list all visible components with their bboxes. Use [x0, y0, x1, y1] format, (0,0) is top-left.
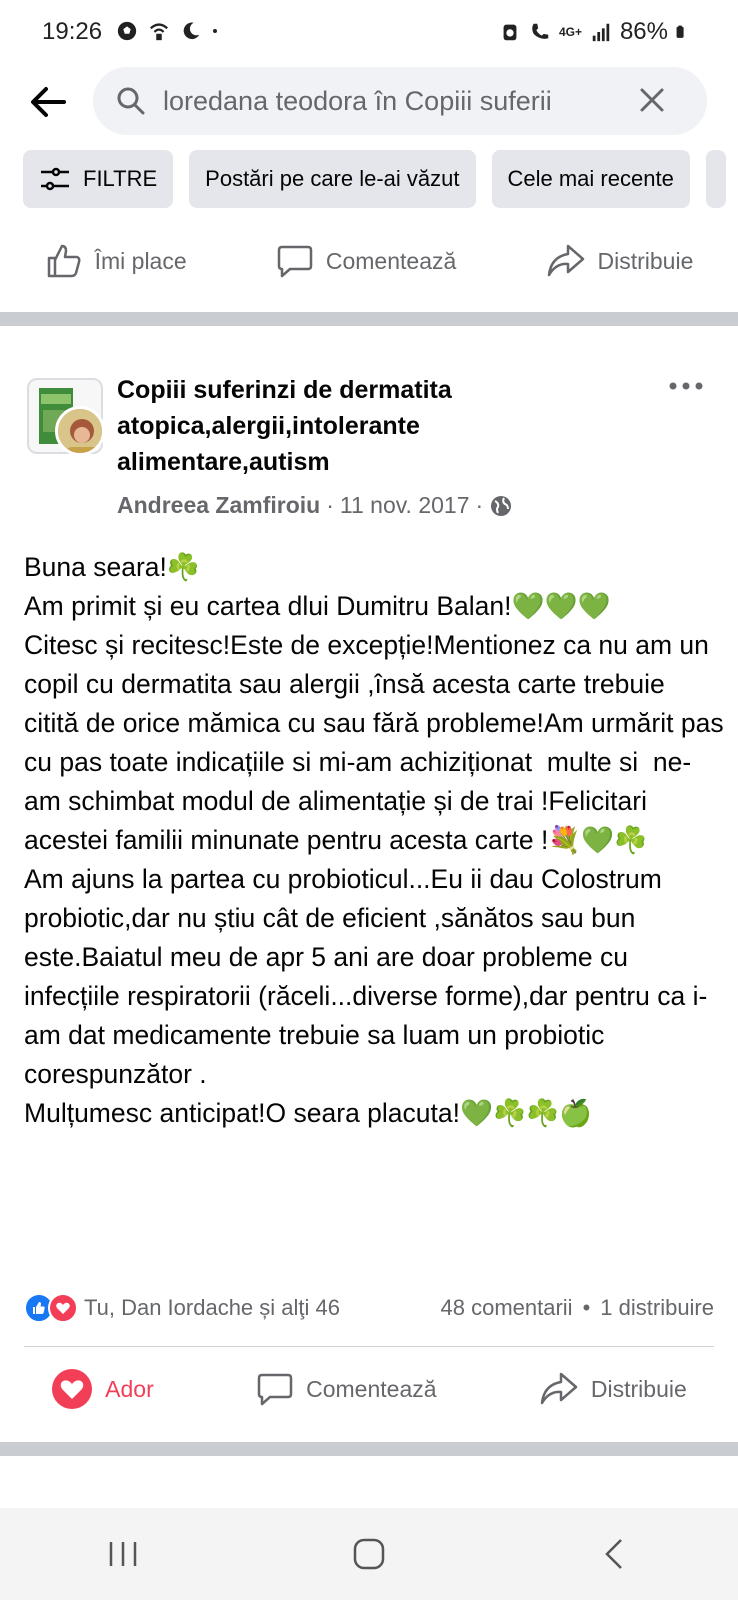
filters-button[interactable]: FILTRE [23, 150, 174, 208]
status-left-icons [116, 20, 224, 42]
comment-bubble-icon [277, 245, 313, 278]
love-reaction-icon [52, 1369, 93, 1409]
chip-seen-posts[interactable]: Postări pe care le-ai văzut [189, 150, 476, 208]
search-bar[interactable]: loredana teodora în Copiii suferii [93, 67, 707, 135]
battery-percent: 86% [619, 18, 668, 45]
network-type: 4G+ [558, 25, 582, 39]
thumbs-up-icon [47, 244, 81, 278]
shares-count[interactable]: 1 distribuire [600, 1295, 714, 1321]
clear-search-icon[interactable] [637, 85, 667, 115]
search-icon [117, 87, 145, 115]
author-name-link[interactable]: Andreea Zamfiroiu [117, 492, 320, 519]
post-separator [0, 1442, 738, 1456]
engagement-counts: 48 comentarii • 1 distribuire [441, 1295, 715, 1321]
post-line: Buna seara!☘️ [24, 552, 200, 582]
meta-separator: · [326, 492, 334, 518]
post-separator [0, 312, 738, 326]
status-bar: 19:26 4G+ 86% [0, 0, 738, 62]
comment-button[interactable]: Comentează [276, 242, 456, 280]
wifi-calling-icon [150, 23, 168, 41]
love-label: Ador [105, 1375, 154, 1402]
share-label: Distribuie [597, 247, 694, 274]
filter-chips: FILTRE Postări pe care le-ai văzut Cele … [23, 150, 726, 208]
more-options-icon[interactable] [668, 380, 704, 392]
reaction-icons [24, 1293, 78, 1323]
share-button[interactable]: Distribuie [539, 1370, 687, 1408]
post-actions: Ador Comentează Distribuie [0, 1354, 738, 1424]
back-arrow-icon [31, 87, 66, 117]
system-nav-bar [0, 1508, 738, 1600]
like-button[interactable]: Îmi place [45, 242, 187, 280]
post-date[interactable]: 11 nov. 2017 [340, 492, 470, 519]
comment-label: Comentează [325, 247, 457, 274]
love-reaction-icon [48, 1293, 78, 1323]
reactions-summary[interactable]: Tu, Dan Iordache și alţi 46 48 comentari… [24, 1290, 714, 1326]
group-name-link[interactable]: Copiii suferinzi de dermatita atopica,al… [117, 372, 637, 480]
back-button[interactable] [22, 76, 74, 128]
search-query[interactable]: loredana teodora în Copiii suferii [163, 86, 603, 117]
post-meta: Andreea Zamfiroiu · 11 nov. 2017 · [117, 492, 513, 519]
author-avatar[interactable] [55, 406, 105, 456]
comment-bubble-icon [257, 1373, 293, 1406]
dot-icon [213, 29, 217, 33]
share-arrow-icon [547, 244, 584, 277]
count-bullet: • [582, 1295, 591, 1320]
call-icon [532, 23, 549, 39]
globe-icon [491, 495, 512, 516]
comment-button[interactable]: Comentează [256, 1370, 437, 1408]
post-line: Mulțumesc anticipat!O seara placuta!💚☘️☘… [24, 1098, 592, 1128]
status-right-icons: 4G+ 86% [499, 18, 690, 46]
soccer-ball-icon [117, 21, 137, 41]
post-line: Citesc și recitesc!Este de excepție!Ment… [24, 630, 731, 855]
previous-post-actions: Îmi place Comentează Distribuie [0, 226, 738, 296]
post-line: Am primit și eu cartea dlui Dumitru Bala… [24, 591, 611, 621]
love-button[interactable]: Ador [51, 1368, 154, 1410]
chip-most-recent[interactable]: Cele mai recente [491, 150, 690, 208]
battery-icon [676, 25, 684, 38]
filters-label: FILTRE [83, 166, 158, 191]
actions-divider [24, 1346, 714, 1347]
like-label: Îmi place [94, 247, 187, 274]
comments-count[interactable]: 48 comentarii [441, 1295, 573, 1321]
share-arrow-icon [540, 1372, 578, 1405]
chip-overflow[interactable] [705, 150, 726, 208]
status-time: 19:26 [42, 18, 103, 45]
comment-label: Comentează [306, 1375, 437, 1402]
back-nav-icon[interactable] [595, 1534, 635, 1574]
filter-sliders-icon [41, 167, 69, 191]
recent-apps-icon[interactable] [103, 1536, 143, 1572]
post-line: Am ajuns la partea cu probioticul...Eu i… [24, 864, 708, 1089]
post-body: Buna seara!☘️ Am primit și eu cartea dlu… [24, 548, 724, 1133]
meta-separator: · [475, 492, 484, 518]
reactions-names[interactable]: Tu, Dan Iordache și alţi 46 [84, 1295, 340, 1321]
home-icon[interactable] [349, 1534, 389, 1574]
post-avatars[interactable] [27, 378, 105, 458]
share-label: Distribuie [590, 1375, 687, 1402]
share-button[interactable]: Distribuie [546, 242, 694, 280]
alarm-icon [503, 24, 517, 41]
signal-icon [592, 23, 610, 42]
moon-icon [183, 22, 200, 40]
